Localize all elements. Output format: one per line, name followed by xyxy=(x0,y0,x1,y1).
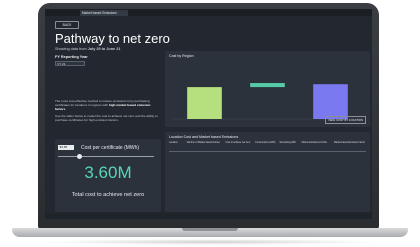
app-footer xyxy=(45,213,372,219)
table-header-row: Location Number of Market based Entries Co… xyxy=(169,142,366,152)
laptop-screen: Market based Emissions BACK Pathway to n… xyxy=(45,9,372,219)
laptop-notch xyxy=(182,228,238,231)
back-button[interactable]: BACK xyxy=(55,21,79,29)
cost-per-certificate-label: Cost per certificate (MWh) xyxy=(81,145,140,151)
subtitle-range: July 20 to June 21 xyxy=(87,47,121,51)
page-title: Pathway to net zero xyxy=(55,31,170,46)
cost-by-region-panel: Cost by Region VIEW COST BY LOCATION xyxy=(165,51,370,127)
table-header-cell[interactable]: Market Emissions tCO2e xyxy=(296,142,329,152)
cost-slider-track[interactable] xyxy=(58,156,154,157)
report-tab[interactable]: Market based Emissions xyxy=(80,9,128,16)
fy-dropdown[interactable]: FY 21 xyxy=(55,61,85,66)
chart-bar-2[interactable] xyxy=(250,83,285,88)
description-paragraph-2: Use the slider below to model the cost t… xyxy=(55,113,158,122)
table-header-cell[interactable]: Cost to achieve net zero xyxy=(220,142,252,152)
app-topbar: Market based Emissions xyxy=(45,9,372,16)
chart-bar-1[interactable] xyxy=(187,87,222,119)
total-cost-caption: Total cost to achieve net zero xyxy=(71,192,145,198)
page-subtitle: Showing data from July 20 to June 21 xyxy=(55,47,120,51)
laptop-shadow xyxy=(40,239,380,245)
table-header-cell[interactable]: Consumption (kWh) xyxy=(251,142,277,152)
table-header-cell[interactable]: Number of Market based Entries xyxy=(180,142,221,152)
cost-input[interactable]: $3.85 xyxy=(58,145,74,150)
location-table: Location Number of Market based Entries Co… xyxy=(169,142,366,152)
report-tab-label: Market based Emissions xyxy=(82,10,117,15)
view-cost-by-location-button[interactable]: VIEW COST BY LOCATION xyxy=(325,116,366,124)
kpi-card: $3.85 Cost per certificate (MWh) 3.60M T… xyxy=(55,139,161,212)
description: The most cost-effective method to reduce… xyxy=(55,99,159,124)
subtitle-prefix: Showing data from xyxy=(55,47,88,51)
chart-bar-3[interactable] xyxy=(313,84,348,119)
table-header-cell[interactable]: Market based Emission Factor xyxy=(328,142,366,152)
total-cost-value: 3.60M xyxy=(84,163,132,182)
description-paragraph-1: The most cost-effective method to reduce… xyxy=(55,99,159,111)
cost-slider-thumb[interactable] xyxy=(76,154,82,159)
fy-label: FY Reporting Year xyxy=(55,55,88,59)
table-title: Location Cost and Market based Emissions xyxy=(169,135,239,139)
location-table-panel: Location Cost and Market based Emissions… xyxy=(165,132,370,212)
table-header-cell[interactable]: Location xyxy=(169,142,181,152)
table-header-cell[interactable]: Remaining kWh xyxy=(276,142,297,152)
